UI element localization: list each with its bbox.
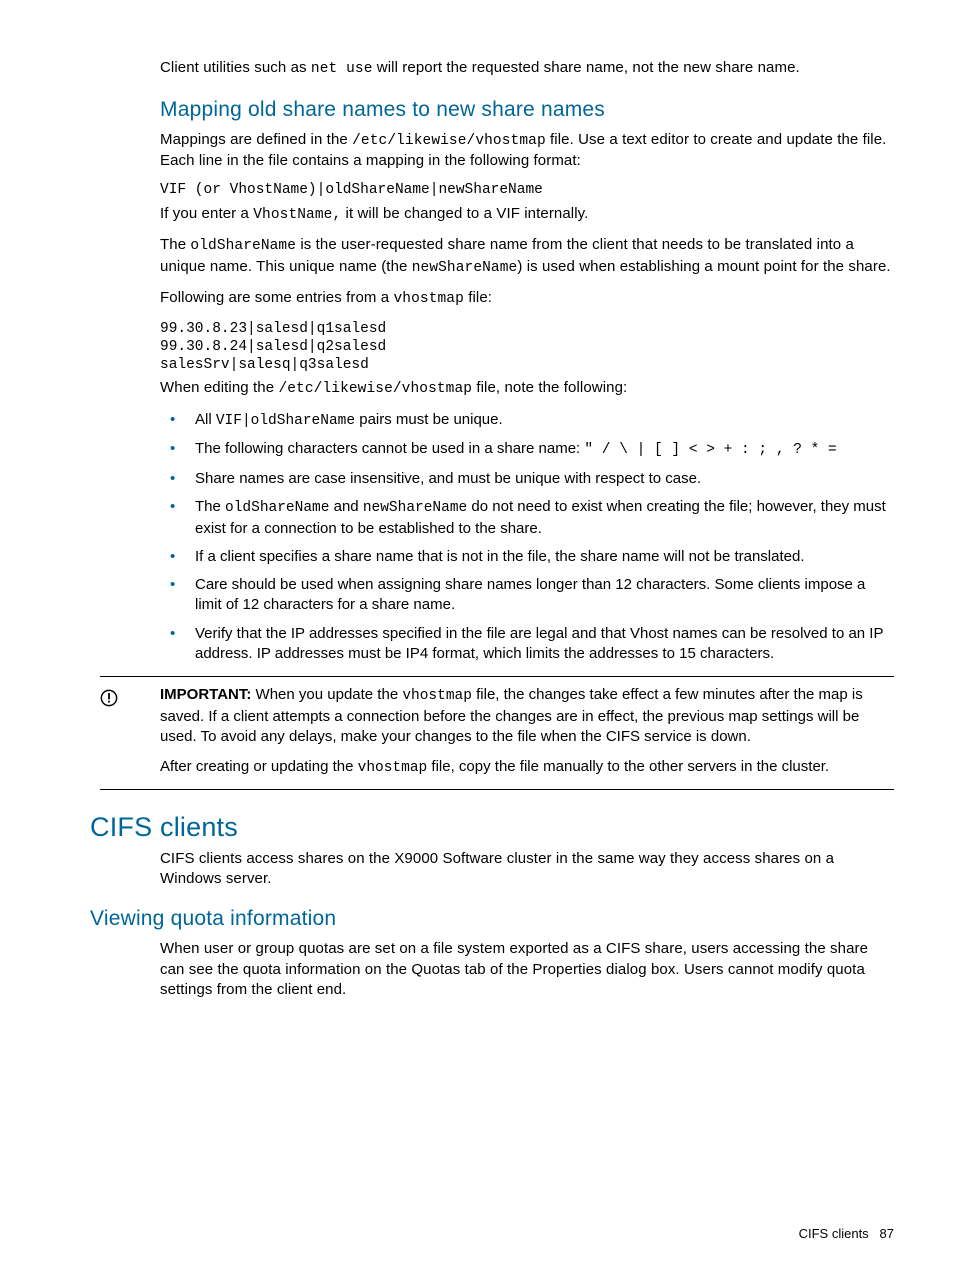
paragraph: The oldShareName is the user-requested s… xyxy=(90,235,894,278)
paragraph: When user or group quotas are set on a f… xyxy=(90,939,894,1000)
document-page: Client utilities such as net use will re… xyxy=(0,0,954,1000)
code-text: newShareName xyxy=(363,500,467,516)
code-text: oldShareName xyxy=(225,500,329,516)
list-item: Share names are case insensitive, and mu… xyxy=(160,469,894,489)
heading-cifs-clients: CIFS clients xyxy=(90,812,894,843)
heading-mapping: Mapping old share names to new share nam… xyxy=(90,98,894,122)
page-number: 87 xyxy=(880,1226,894,1241)
text: The xyxy=(195,498,225,515)
text: Verify that the IP addresses specified i… xyxy=(195,625,883,662)
bullet-list: All VIF|oldShareName pairs must be uniqu… xyxy=(90,410,894,664)
heading-viewing-quota: Viewing quota information xyxy=(90,907,894,931)
code-text: VIF|oldShareName xyxy=(216,413,355,429)
code-text: oldShareName xyxy=(190,238,296,254)
text: When you update the xyxy=(251,686,402,703)
list-item: All VIF|oldShareName pairs must be uniqu… xyxy=(160,410,894,432)
list-item: If a client specifies a share name that … xyxy=(160,547,894,567)
code-text: VhostName, xyxy=(253,207,341,223)
text: file, note the following: xyxy=(472,379,627,396)
paragraph: If you enter a VhostName, it will be cha… xyxy=(90,204,894,226)
list-item: Care should be used when assigning share… xyxy=(160,575,894,616)
paragraph: Mappings are defined in the /etc/likewis… xyxy=(90,130,894,172)
code-text: /etc/likewise/vhostmap xyxy=(352,133,546,149)
paragraph: Following are some entries from a vhostm… xyxy=(90,288,894,310)
text: will report the requested share name, no… xyxy=(373,59,800,76)
page-footer: CIFS clients 87 xyxy=(799,1226,894,1241)
text: When editing the xyxy=(160,379,278,396)
list-item: The oldShareName and newShareName do not… xyxy=(160,497,894,539)
important-icon xyxy=(100,689,118,707)
text: If a client specifies a share name that … xyxy=(195,548,805,565)
text: All xyxy=(195,411,216,428)
text: and xyxy=(329,498,362,515)
text: Mappings are defined in the xyxy=(160,131,352,148)
important-note-block: IMPORTANT: When you update the vhostmap … xyxy=(100,676,894,790)
important-label: IMPORTANT: xyxy=(160,686,251,703)
text: Following are some entries from a xyxy=(160,289,394,306)
text: After creating or updating the xyxy=(160,758,358,775)
text: The following characters cannot be used … xyxy=(195,440,584,457)
code-text: vhostmap xyxy=(394,291,464,307)
paragraph: Client utilities such as net use will re… xyxy=(90,58,894,80)
code-text: vhostmap xyxy=(402,688,472,704)
text: pairs must be unique. xyxy=(355,411,503,428)
paragraph: When editing the /etc/likewise/vhostmap … xyxy=(90,378,894,400)
paragraph: CIFS clients access shares on the X9000 … xyxy=(90,849,894,890)
text: Share names are case insensitive, and mu… xyxy=(195,470,701,487)
text: If you enter a xyxy=(160,205,253,222)
code-text: net use xyxy=(311,61,373,77)
paragraph: IMPORTANT: When you update the vhostmap … xyxy=(100,685,894,747)
code-text: /etc/likewise/vhostmap xyxy=(278,381,472,397)
code-block-example: 99.30.8.23|salesd|q1salesd 99.30.8.24|sa… xyxy=(90,320,894,374)
code-text: newShareName xyxy=(412,260,518,276)
code-block-syntax: VIF (or VhostName)|oldShareName|newShare… xyxy=(90,181,894,199)
text: file, copy the file manually to the othe… xyxy=(427,758,829,775)
text: The xyxy=(160,236,190,253)
paragraph: After creating or updating the vhostmap … xyxy=(100,757,894,779)
list-item: The following characters cannot be used … xyxy=(160,439,894,461)
code-text: " / \ | [ ] < > + : ; , ? * = xyxy=(584,442,836,458)
footer-label: CIFS clients xyxy=(799,1226,869,1241)
text: file: xyxy=(464,289,492,306)
text: Care should be used when assigning share… xyxy=(195,576,865,613)
list-item: Verify that the IP addresses specified i… xyxy=(160,624,894,665)
text: ) is used when establishing a mount poin… xyxy=(517,258,890,275)
text: it will be changed to a VIF internally. xyxy=(341,205,588,222)
code-text: vhostmap xyxy=(358,760,428,776)
text: Client utilities such as xyxy=(160,59,311,76)
